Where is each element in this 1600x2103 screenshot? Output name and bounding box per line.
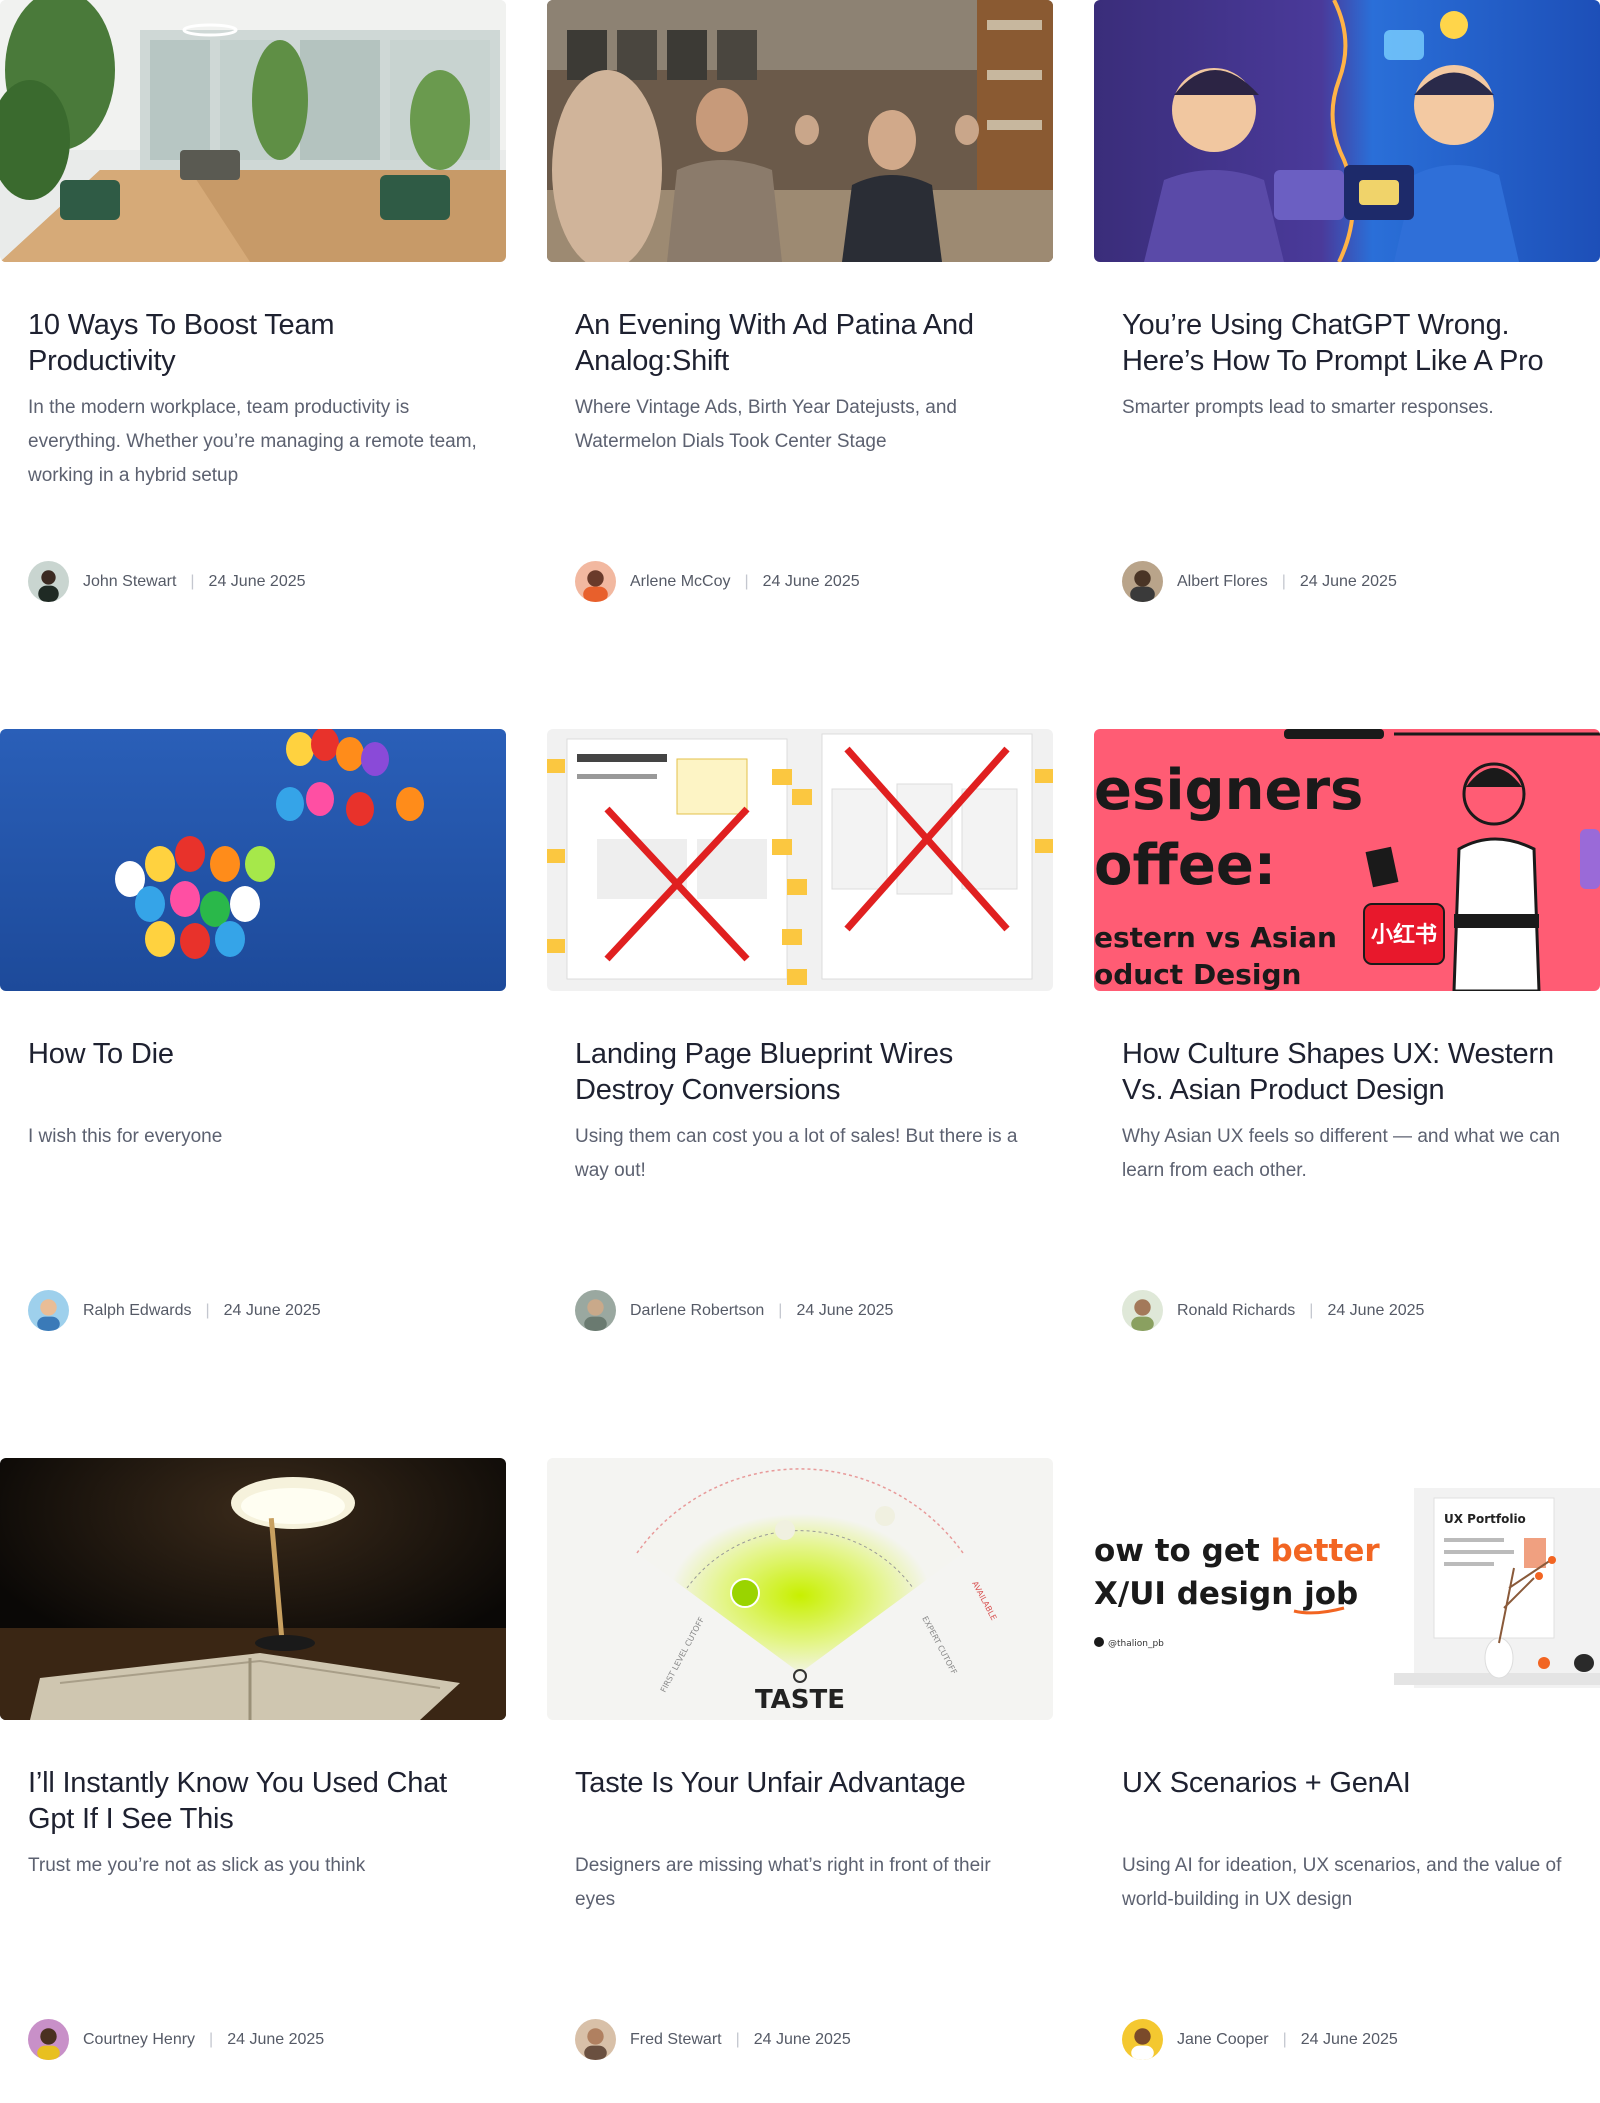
- meta-divider: |: [1281, 572, 1286, 590]
- coffee-line2: offee:: [1094, 833, 1276, 898]
- post-title[interactable]: How Culture Shapes UX: Western Vs. Asian…: [1122, 1036, 1572, 1108]
- post-date: 24 June 2025: [753, 2030, 851, 2048]
- author-avatar[interactable]: [1122, 561, 1163, 602]
- post-excerpt: Using them can cost you a lot of sales! …: [575, 1126, 1018, 1181]
- meta-divider: |: [205, 1301, 210, 1319]
- post-excerpt: Where Vintage Ads, Birth Year Datejusts,…: [575, 397, 957, 452]
- post-date: 24 June 2025: [1327, 1301, 1425, 1319]
- post-title[interactable]: Landing Page Blueprint Wires Destroy Con…: [575, 1036, 1025, 1108]
- post-title[interactable]: How To Die: [28, 1036, 478, 1108]
- portfolio-line1a: ow to get: [1094, 1533, 1270, 1569]
- author-avatar[interactable]: [575, 561, 616, 602]
- svg-text:ow to get better: ow to get better: [1094, 1533, 1380, 1569]
- author-avatar[interactable]: [575, 1290, 616, 1331]
- post-excerpt: Using AI for ideation, UX scenarios, and…: [1122, 1855, 1562, 1910]
- post-card[interactable]: How To Die I wish this for everyone Ralp…: [0, 729, 506, 1458]
- post-card[interactable]: I’ll Instantly Know You Used Chat Gpt If…: [0, 1458, 506, 2103]
- post-card[interactable]: UX Portfolio ow to get better X/UI desig…: [1094, 1458, 1600, 2103]
- coffee-badge: 小红书: [1371, 922, 1437, 948]
- post-thumbnail-designers-coffee[interactable]: esigners offee: estern vs Asian oduct De…: [1094, 729, 1600, 991]
- post-date: 24 June 2025: [1300, 2030, 1398, 2048]
- post-card[interactable]: TASTE FIRST LEVEL CUTOFF EXPERT CUTOFF A…: [547, 1458, 1053, 2103]
- portfolio-book-title: UX Portfolio: [1444, 1512, 1526, 1526]
- meta-divider: |: [209, 2030, 214, 2048]
- post-excerpt: In the modern workplace, team productivi…: [28, 397, 477, 486]
- post-thumbnail-taste-diagram[interactable]: TASTE FIRST LEVEL CUTOFF EXPERT CUTOFF A…: [547, 1458, 1053, 1720]
- post-title[interactable]: 10 Ways To Boost Team Productivity: [28, 307, 478, 379]
- author-name[interactable]: Ralph Edwards: [83, 1302, 192, 1320]
- author-avatar[interactable]: [28, 1290, 69, 1331]
- post-meta: Jane Cooper | 24 June 2025: [1122, 2019, 1572, 2060]
- post-meta: Ronald Richards | 24 June 2025: [1122, 1290, 1572, 1331]
- taste-label: TASTE: [755, 1685, 845, 1715]
- portfolio-line2b: job: [1302, 1576, 1358, 1612]
- post-excerpt: Smarter prompts lead to smarter response…: [1122, 397, 1494, 418]
- post-meta: Darlene Robertson | 24 June 2025: [575, 1290, 1025, 1331]
- post-card[interactable]: esigners offee: estern vs Asian oduct De…: [1094, 729, 1600, 1458]
- author-avatar[interactable]: [28, 561, 69, 602]
- coffee-line4: oduct Design: [1094, 958, 1301, 991]
- post-title[interactable]: You’re Using ChatGPT Wrong. Here’s How T…: [1122, 307, 1572, 379]
- meta-divider: |: [190, 572, 195, 590]
- post-date: 24 June 2025: [227, 2030, 325, 2048]
- portfolio-line1b: better: [1270, 1533, 1380, 1569]
- coffee-line3: estern vs Asian: [1094, 921, 1337, 954]
- author-name[interactable]: Courtney Henry: [83, 2031, 195, 2049]
- author-avatar[interactable]: [1122, 2019, 1163, 2060]
- post-excerpt: Designers are missing what’s right in fr…: [575, 1855, 991, 1910]
- post-thumbnail-ux-portfolio[interactable]: UX Portfolio ow to get better X/UI desig…: [1094, 1458, 1600, 1720]
- author-name[interactable]: Albert Flores: [1177, 573, 1268, 591]
- author-avatar[interactable]: [575, 2019, 616, 2060]
- post-thumbnail-event[interactable]: [547, 0, 1053, 262]
- post-thumbnail-balloons[interactable]: [0, 729, 506, 991]
- svg-text:X/UI design job: X/UI design job: [1094, 1576, 1358, 1612]
- post-card[interactable]: Landing Page Blueprint Wires Destroy Con…: [547, 729, 1053, 1458]
- meta-divider: |: [1282, 2030, 1287, 2048]
- post-meta: Fred Stewart | 24 June 2025: [575, 2019, 1025, 2060]
- post-title[interactable]: Taste Is Your Unfair Advantage: [575, 1765, 1025, 1837]
- author-name[interactable]: John Stewart: [83, 573, 176, 591]
- post-title[interactable]: An Evening With Ad Patina And Analog:Shi…: [575, 307, 1025, 379]
- post-excerpt: I wish this for everyone: [28, 1126, 223, 1147]
- post-date: 24 June 2025: [223, 1301, 321, 1319]
- post-meta: Ralph Edwards | 24 June 2025: [28, 1290, 478, 1331]
- post-card[interactable]: 10 Ways To Boost Team Productivity In th…: [0, 0, 506, 729]
- post-thumbnail-office[interactable]: [0, 0, 506, 262]
- post-meta: Albert Flores | 24 June 2025: [1122, 561, 1572, 602]
- post-date: 24 June 2025: [796, 1301, 894, 1319]
- post-title[interactable]: I’ll Instantly Know You Used Chat Gpt If…: [28, 1765, 478, 1837]
- post-meta: Courtney Henry | 24 June 2025: [28, 2019, 478, 2060]
- coffee-line1: esigners: [1094, 758, 1363, 823]
- portfolio-line2a: X/UI design: [1094, 1576, 1304, 1612]
- post-thumbnail-wireframes[interactable]: [547, 729, 1053, 991]
- meta-divider: |: [778, 1301, 783, 1319]
- author-name[interactable]: Ronald Richards: [1177, 1302, 1295, 1320]
- post-excerpt: Trust me you’re not as slick as you thin…: [28, 1855, 366, 1876]
- post-thumbnail-chatgpt-illustration[interactable]: [1094, 0, 1600, 262]
- author-name[interactable]: Fred Stewart: [630, 2031, 722, 2049]
- post-excerpt: Why Asian UX feels so different — and wh…: [1122, 1126, 1560, 1181]
- author-name[interactable]: Jane Cooper: [1177, 2031, 1269, 2049]
- post-date: 24 June 2025: [1299, 572, 1397, 590]
- post-card[interactable]: You’re Using ChatGPT Wrong. Here’s How T…: [1094, 0, 1600, 729]
- post-meta: John Stewart | 24 June 2025: [28, 561, 478, 602]
- portfolio-handle: @thalion_pb: [1108, 1639, 1164, 1649]
- post-date: 24 June 2025: [762, 572, 860, 590]
- meta-divider: |: [735, 2030, 740, 2048]
- meta-divider: |: [1309, 1301, 1314, 1319]
- meta-divider: |: [744, 572, 749, 590]
- author-avatar[interactable]: [1122, 1290, 1163, 1331]
- post-date: 24 June 2025: [208, 572, 306, 590]
- author-name[interactable]: Darlene Robertson: [630, 1302, 764, 1320]
- post-meta: Arlene McCoy | 24 June 2025: [575, 561, 1025, 602]
- post-thumbnail-lamp[interactable]: [0, 1458, 506, 1720]
- author-avatar[interactable]: [28, 2019, 69, 2060]
- author-name[interactable]: Arlene McCoy: [630, 573, 730, 591]
- post-title[interactable]: UX Scenarios + GenAI: [1122, 1765, 1572, 1837]
- post-card[interactable]: An Evening With Ad Patina And Analog:Shi…: [547, 0, 1053, 729]
- blog-grid: 10 Ways To Boost Team Productivity In th…: [0, 0, 1600, 2103]
